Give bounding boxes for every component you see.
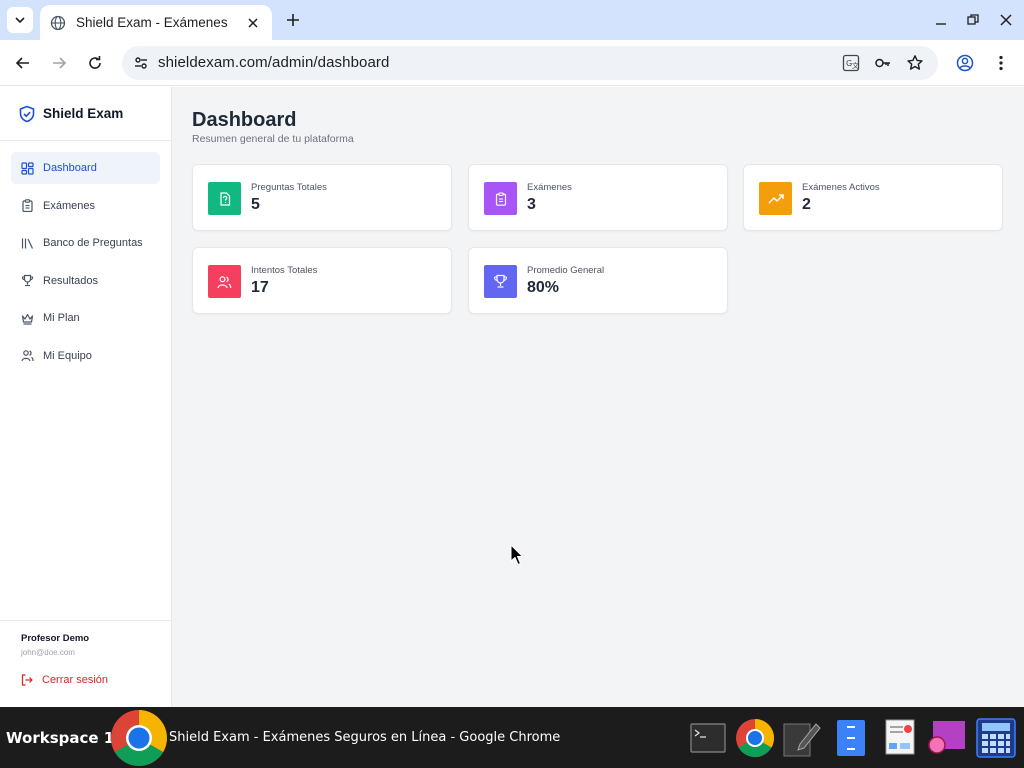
logout-label: Cerrar sesión xyxy=(42,674,109,686)
document-viewer-icon[interactable] xyxy=(880,718,920,758)
arrow-left-icon xyxy=(15,57,29,69)
more-vertical-icon xyxy=(999,55,1003,71)
file-manager-icon[interactable] xyxy=(831,718,871,758)
grid-icon xyxy=(21,161,34,175)
reload-button[interactable] xyxy=(81,49,109,77)
users-icon xyxy=(208,265,241,298)
reload-icon xyxy=(89,56,101,69)
trophy-icon xyxy=(21,274,34,287)
trophy-icon xyxy=(484,265,517,298)
stat-value: 80% xyxy=(527,279,560,296)
password-key-icon[interactable] xyxy=(872,52,894,74)
sidebar-item-label: Banco de Preguntas xyxy=(43,237,143,249)
taskbar-window-title[interactable]: Shield Exam - Exámenes Seguros en Línea … xyxy=(169,730,560,745)
chevron-down-icon xyxy=(15,17,25,24)
minimize-icon xyxy=(936,23,946,25)
stat-value: 5 xyxy=(251,196,260,213)
chrome-launcher-icon[interactable] xyxy=(735,718,775,758)
stat-value: 17 xyxy=(251,279,269,296)
restore-icon xyxy=(967,14,979,25)
stat-label: Exámenes Activos xyxy=(802,182,880,193)
sidebar-item-label: Mi Equipo xyxy=(43,349,92,362)
clipboard-icon xyxy=(484,182,517,215)
sidebar-item-banco-de-preguntas[interactable]: Banco de Preguntas xyxy=(11,227,160,259)
close-icon xyxy=(1000,14,1012,26)
sidebar-item-label: Exámenes xyxy=(43,199,95,212)
tab-close-icon[interactable] xyxy=(244,14,262,32)
sidebar-nav: Dashboard Exámenes Banco de Preguntas Re… xyxy=(11,152,160,377)
sidebar-item-resultados[interactable]: Resultados xyxy=(11,265,160,297)
user-info: Profesor Demo john@doe.com xyxy=(0,620,171,657)
restore-button[interactable] xyxy=(961,8,985,32)
users-icon xyxy=(21,349,34,362)
svg-text:文: 文 xyxy=(852,61,859,70)
plus-icon xyxy=(287,14,299,26)
close-window-button[interactable] xyxy=(994,8,1018,32)
sidebar-item-mi-equipo[interactable]: Mi Equipo xyxy=(11,340,160,372)
address-bar[interactable]: shieldexam.com/admin/dashboard G文 xyxy=(122,46,938,80)
tab-title: Shield Exam - Exámenes xyxy=(76,15,228,30)
translate-icon[interactable]: G文 xyxy=(840,52,862,74)
back-button[interactable] xyxy=(9,49,37,77)
sidebar-item-examenes[interactable]: Exámenes xyxy=(11,190,160,222)
image-viewer-icon[interactable] xyxy=(927,718,967,758)
bookmark-star-icon[interactable] xyxy=(904,52,926,74)
sidebar-item-label: Resultados xyxy=(43,274,99,287)
browser-tab-active[interactable]: Shield Exam - Exámenes xyxy=(40,5,272,40)
stat-label: Intentos Totales xyxy=(251,265,318,276)
mouse-cursor-icon xyxy=(510,544,524,566)
stat-label: Preguntas Totales xyxy=(251,182,327,193)
sidebar: Shield Exam Dashboard Exámenes Banco de … xyxy=(0,87,172,707)
stat-card-preguntas-totales: Preguntas Totales 5 xyxy=(192,164,452,231)
stat-card-intentos-totales: Intentos Totales 17 xyxy=(192,247,452,314)
profile-button[interactable] xyxy=(951,49,979,77)
stat-value: 2 xyxy=(802,196,811,213)
sidebar-item-label: Mi Plan xyxy=(43,312,80,324)
taskbar: Workspace 1 Shield Exam - Exámenes Segur… xyxy=(0,707,1024,768)
calculator-icon[interactable] xyxy=(976,718,1016,758)
browser-tabstrip: Shield Exam - Exámenes xyxy=(0,0,1024,40)
chrome-menu-button[interactable] xyxy=(987,49,1015,77)
crown-icon xyxy=(21,312,34,325)
tab-search-button[interactable] xyxy=(7,7,33,33)
stat-card-promedio-general: Promedio General 80% xyxy=(468,247,728,314)
user-email: john@doe.com xyxy=(21,648,75,657)
stat-card-examenes-activos: Exámenes Activos 2 xyxy=(743,164,1003,231)
library-icon xyxy=(21,237,34,250)
account-circle-icon xyxy=(956,54,974,72)
brand-name: Shield Exam xyxy=(43,106,124,121)
browser-toolbar: shieldexam.com/admin/dashboard G文 xyxy=(0,40,1024,86)
text-editor-icon[interactable] xyxy=(782,718,822,758)
logout-button[interactable]: Cerrar sesión xyxy=(21,674,108,686)
site-info-icon[interactable] xyxy=(130,52,152,74)
stat-label: Promedio General xyxy=(527,265,605,276)
stat-card-examenes: Exámenes 3 xyxy=(468,164,728,231)
stat-value: 3 xyxy=(527,196,536,213)
main-content: Dashboard Resumen general de tu platafor… xyxy=(172,87,1024,707)
user-name: Profesor Demo xyxy=(21,633,90,644)
terminal-icon[interactable] xyxy=(688,718,728,758)
page-subtitle: Resumen general de tu plataforma xyxy=(192,133,354,145)
sidebar-item-dashboard[interactable]: Dashboard xyxy=(11,152,160,184)
globe-favicon-icon xyxy=(50,15,66,31)
logout-icon xyxy=(21,674,33,686)
arrow-right-icon xyxy=(53,57,67,69)
clipboard-icon xyxy=(21,199,34,212)
stat-label: Exámenes xyxy=(527,182,572,193)
minimize-button[interactable] xyxy=(929,8,953,32)
chrome-taskbar-icon[interactable] xyxy=(110,709,168,767)
url-text[interactable]: shieldexam.com/admin/dashboard xyxy=(158,54,389,71)
sidebar-item-mi-plan[interactable]: Mi Plan xyxy=(11,302,160,334)
new-tab-button[interactable] xyxy=(281,8,305,32)
sidebar-item-label: Dashboard xyxy=(43,162,97,174)
brand[interactable]: Shield Exam xyxy=(0,87,171,141)
shield-check-icon xyxy=(18,105,36,123)
page-title: Dashboard xyxy=(192,109,297,131)
forward-button[interactable] xyxy=(45,49,73,77)
trending-up-icon xyxy=(759,182,792,215)
question-file-icon xyxy=(208,182,241,215)
workspace-label[interactable]: Workspace 1 xyxy=(6,729,114,747)
